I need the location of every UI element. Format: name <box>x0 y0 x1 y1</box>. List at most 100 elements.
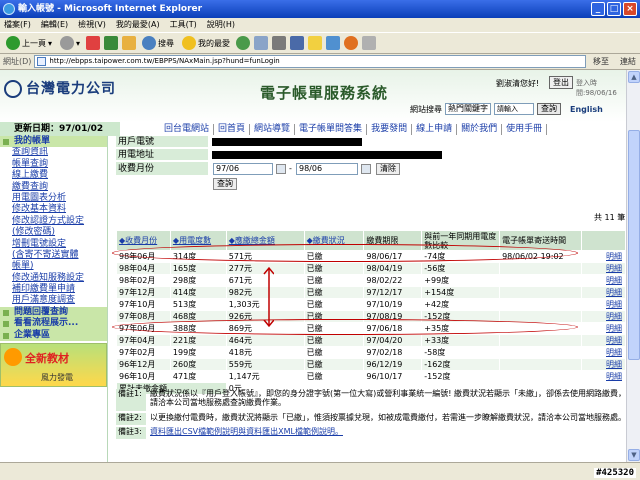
print-icon[interactable] <box>272 36 287 50</box>
nav-sitemap[interactable]: 網站導覽 <box>250 123 296 135</box>
calendar-to-icon[interactable] <box>361 164 371 174</box>
clear-button[interactable]: 清除 <box>376 163 400 175</box>
cell-detail[interactable]: 明細 <box>581 370 626 383</box>
sidebar-item[interactable]: (修改密碼) <box>0 227 107 238</box>
sidebar-item[interactable]: 帳單查詢 <box>0 159 107 170</box>
cell-status: 已繳 <box>303 274 365 287</box>
messenger-icon[interactable] <box>326 36 341 50</box>
mail-icon[interactable] <box>254 36 269 50</box>
sidebar-item[interactable]: 查詢資訊 <box>0 147 107 158</box>
col-usage[interactable]: ◆用電度數 <box>169 230 227 251</box>
edit-icon[interactable] <box>290 36 305 50</box>
cell-month: 98年02月 <box>116 274 171 287</box>
sidebar-item[interactable]: 補印繳費單申請 <box>0 284 107 295</box>
menu-view[interactable]: 檢視(V) <box>78 18 106 32</box>
sidebar-item[interactable]: 修改基本資料 <box>0 204 107 215</box>
cell-yoy: -58度 <box>421 346 501 359</box>
image-id-watermark: #425320 <box>594 468 636 478</box>
note-3-text[interactable]: 資料匯出CSV檔範例說明與資料匯出XML檔範例說明。 <box>148 427 626 436</box>
nav-faq[interactable]: 電子帳單問答集 <box>295 123 368 135</box>
cell-detail[interactable]: 明細 <box>581 346 626 359</box>
col-status[interactable]: ◆繳費狀況 <box>303 230 365 251</box>
forward-button[interactable]: ▾ <box>58 34 82 52</box>
cell-detail[interactable]: 明細 <box>581 322 626 335</box>
sidebar-item[interactable]: 我的帳單 <box>0 136 107 148</box>
sidebar-item[interactable]: 用戶滿意度調查 <box>0 295 107 306</box>
cell-detail[interactable]: 明細 <box>581 334 626 347</box>
col-month[interactable]: ◆收費月份 <box>116 230 171 251</box>
sidebar-item[interactable]: 問題回覆查詢 <box>0 306 107 319</box>
close-button[interactable]: × <box>623 2 637 16</box>
query-button[interactable]: 查詢 <box>213 178 237 190</box>
menu-file[interactable]: 檔案(F) <box>4 18 31 32</box>
promo-banner[interactable]: 全新教材 風力發電 <box>0 343 107 388</box>
menu-help[interactable]: 說明(H) <box>207 18 235 32</box>
date-to-input[interactable]: 98/06 <box>296 163 358 175</box>
cell-detail[interactable]: 明細 <box>581 274 626 287</box>
back-button[interactable]: 上一頁 ▾ <box>4 34 54 52</box>
sidebar-item[interactable]: 繳費查詢 <box>0 182 107 193</box>
cell-detail[interactable]: 明細 <box>581 262 626 275</box>
maximize-button[interactable]: □ <box>607 2 621 16</box>
nav-taipower-site[interactable]: 回台電網站 <box>160 123 215 135</box>
cell-month: 97年02月 <box>116 346 171 359</box>
sidebar-item[interactable]: 看看流程展示... <box>0 318 107 330</box>
keyword-select[interactable]: 熱門關鍵字 <box>445 103 491 115</box>
cell-detail[interactable]: 明細 <box>581 310 626 323</box>
english-link[interactable]: English <box>570 105 603 114</box>
sidebar-item[interactable]: 增刪電號設定 <box>0 239 107 250</box>
cell-due-date: 96/12/19 <box>363 358 423 371</box>
cell-detail[interactable]: 明細 <box>581 298 626 311</box>
sidebar-item[interactable]: 帳單) <box>0 261 107 272</box>
scroll-up-icon[interactable]: ▲ <box>628 71 640 83</box>
nav-about[interactable]: 關於我們 <box>457 123 503 135</box>
billing-table: ◆收費月份 ◆用電度數 ◆應繳總金額 ◆繳費狀況 繳費期限 與前一年同期用電度數… <box>116 230 626 395</box>
media-icon[interactable] <box>344 36 359 50</box>
menu-favorites[interactable]: 我的最愛(A) <box>116 18 160 32</box>
cell-sent-time <box>499 358 583 371</box>
stop-icon[interactable] <box>86 36 101 50</box>
col-amount[interactable]: ◆應繳總金額 <box>225 230 305 251</box>
menu-tools[interactable]: 工具(T) <box>170 18 197 32</box>
nav-ask[interactable]: 我要發問 <box>367 123 413 135</box>
vertical-scrollbar[interactable]: ▲ ▼ <box>626 70 640 462</box>
nav-home[interactable]: 回首頁 <box>214 123 251 135</box>
cell-detail[interactable]: 明細 <box>581 358 626 371</box>
sidebar-item[interactable]: 線上繳費 <box>0 170 107 181</box>
go-button[interactable]: 移至 <box>589 56 613 67</box>
sidebar-item[interactable]: 修改認證方式設定 <box>0 216 107 227</box>
sidebar-item[interactable]: 企業專區 <box>0 329 107 342</box>
links-button[interactable]: 連結 <box>616 56 640 67</box>
scroll-thumb[interactable] <box>628 130 640 360</box>
site-search: 網站搜尋 熱門關鍵字 請輸入 查詢 English <box>410 102 603 116</box>
refresh-icon[interactable] <box>104 36 119 50</box>
welcome-text: 劉淑清您好! <box>496 79 540 88</box>
search-button[interactable]: 搜尋 <box>140 34 176 52</box>
logout-button[interactable]: 登出 <box>549 76 573 89</box>
cell-detail[interactable]: 明細 <box>581 250 626 263</box>
taipower-logo[interactable]: 台灣電力公司 <box>4 78 116 98</box>
sidebar-item[interactable]: 用電圖表分析 <box>0 193 107 204</box>
nav-apply-online[interactable]: 線上申請 <box>412 123 458 135</box>
sidebar-item[interactable]: 修改通知服務設定 <box>0 273 107 284</box>
keyword-input[interactable]: 請輸入 <box>494 103 534 115</box>
address-input[interactable]: http://ebpps.taipower.com.tw/EBPPS/NAxMa… <box>34 55 586 68</box>
favorites-button[interactable]: 我的最愛 <box>180 34 232 52</box>
history-icon[interactable] <box>236 36 251 50</box>
minimize-button[interactable]: _ <box>591 2 605 16</box>
nav-manual[interactable]: 使用手冊 <box>502 123 548 135</box>
home-icon[interactable] <box>122 36 137 50</box>
calendar-from-icon[interactable] <box>276 164 286 174</box>
update-date: 更新日期：97/01/02 <box>0 122 120 136</box>
sidebar-item[interactable]: (含寄不寄送實體 <box>0 250 107 261</box>
research-icon[interactable] <box>362 36 377 50</box>
site-search-button[interactable]: 查詢 <box>537 103 561 115</box>
folder-icon[interactable] <box>308 36 323 50</box>
cell-yoy: +33度 <box>421 334 501 347</box>
scroll-down-icon[interactable]: ▼ <box>628 449 640 461</box>
cell-detail[interactable]: 明細 <box>581 286 626 299</box>
menu-edit[interactable]: 編輯(E) <box>41 18 68 32</box>
date-from-input[interactable]: 97/06 <box>213 163 273 175</box>
promo-subtitle: 風力發電 <box>41 373 73 383</box>
nav-bar: 更新日期：97/01/02 回台電網站 回首頁 網站導覽 電子帳單問答集 我要發… <box>0 122 626 136</box>
